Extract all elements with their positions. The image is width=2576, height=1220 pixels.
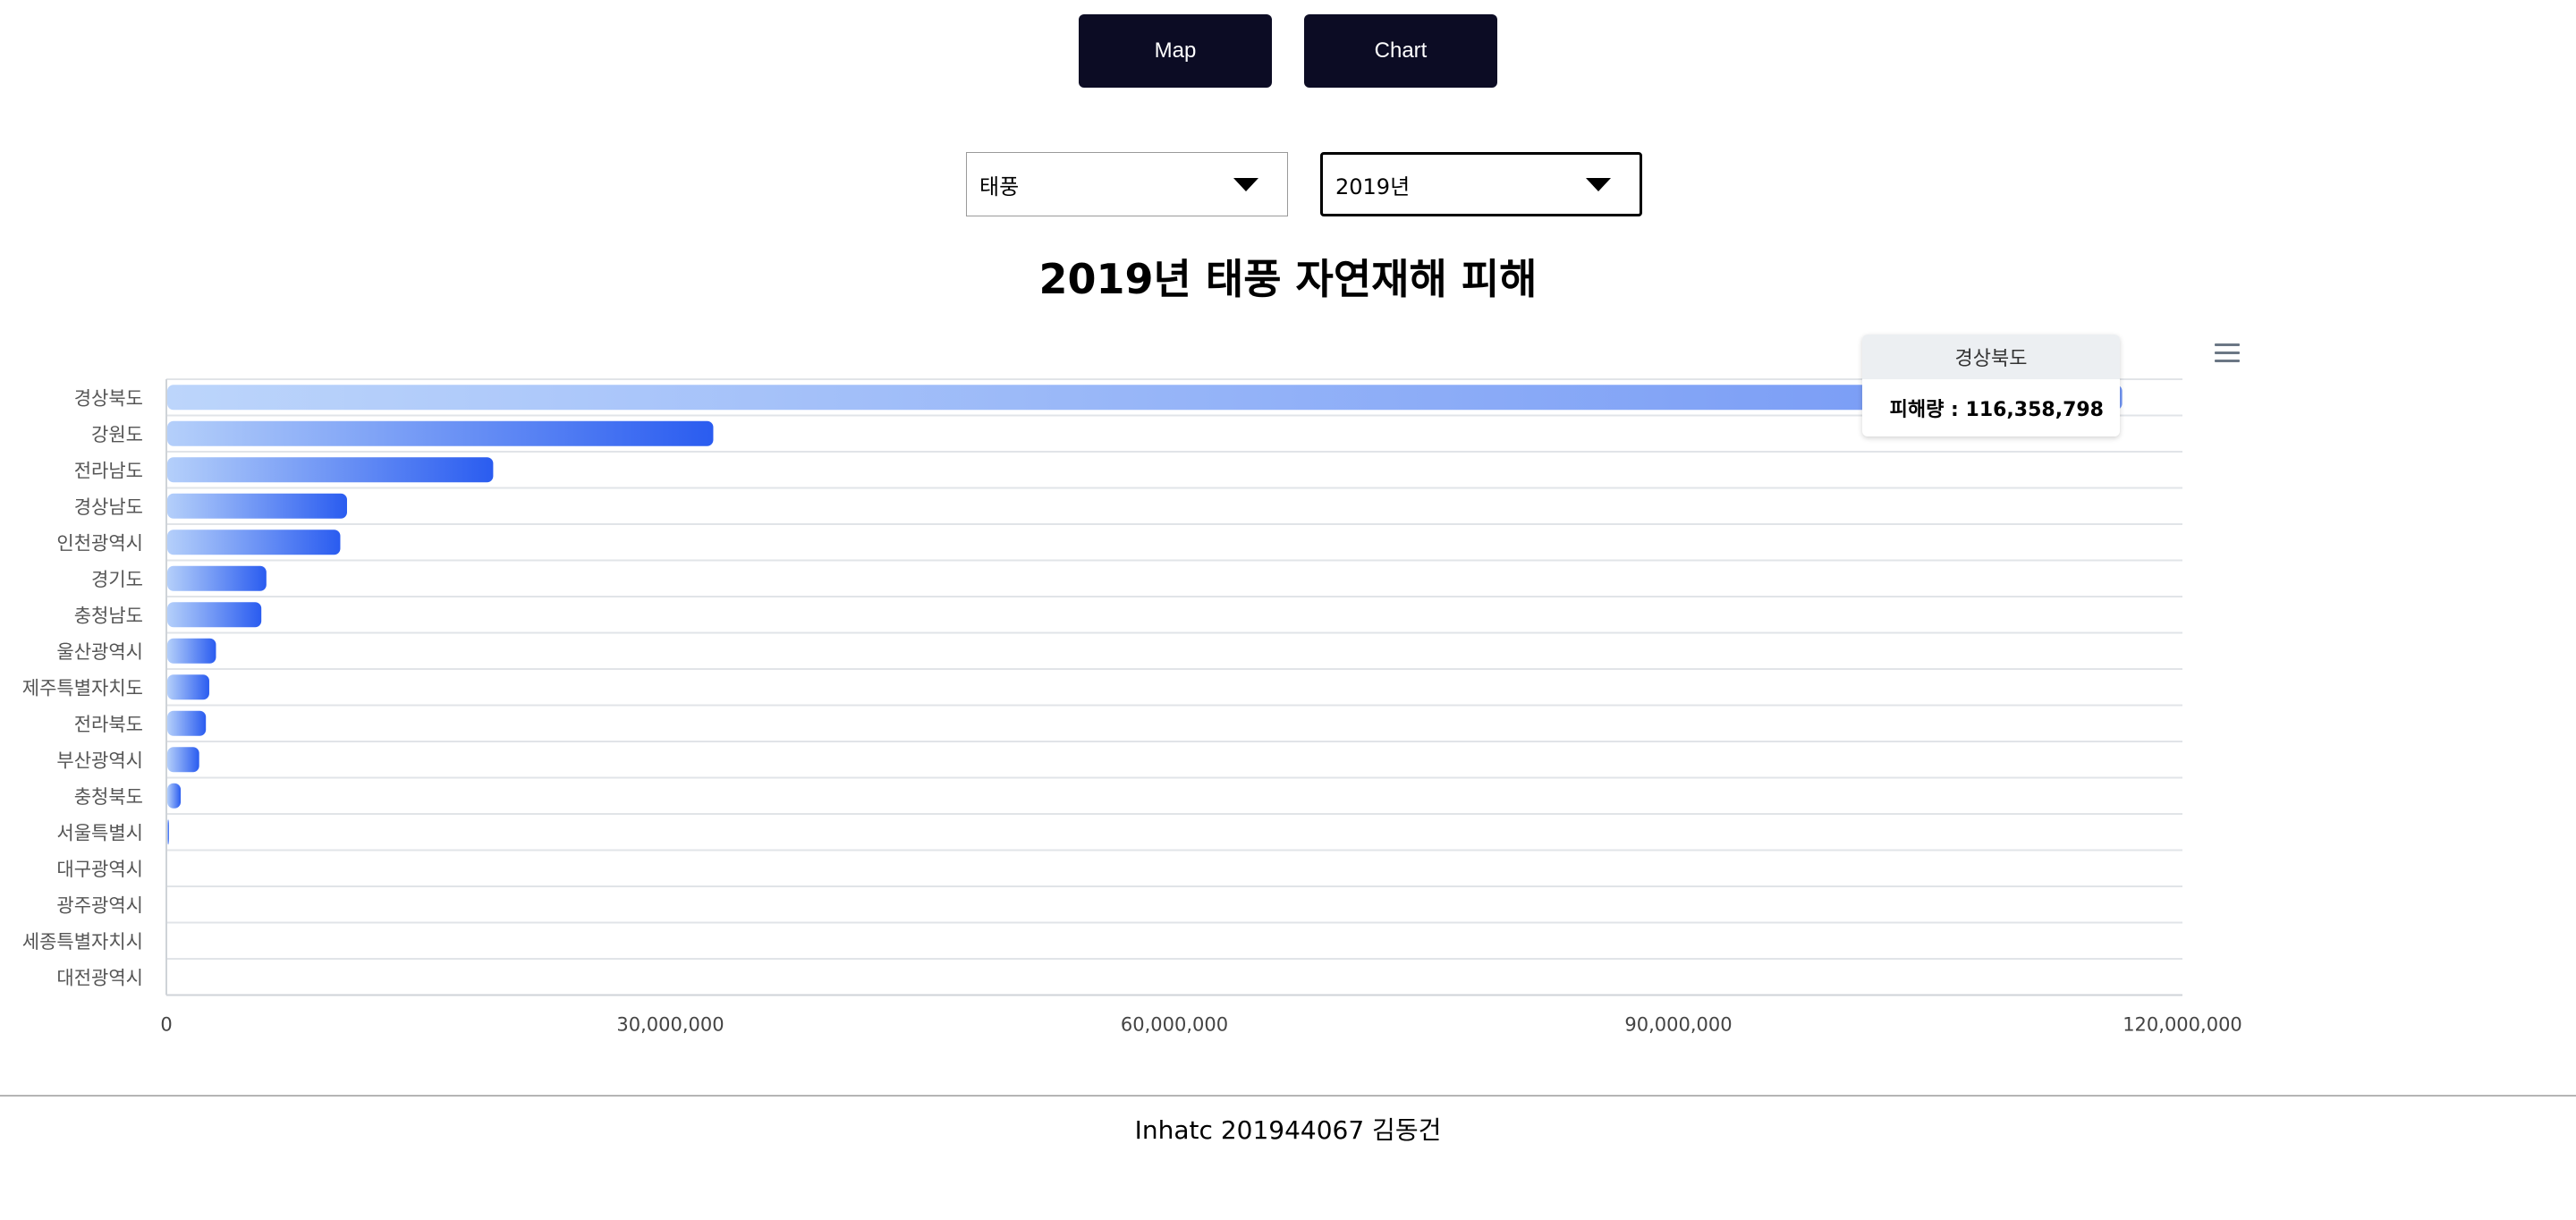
category-label: 광주광역시 [56,894,143,916]
tooltip-value: 피해량 : 116,358,798 [1889,399,2104,421]
bar [167,420,714,446]
category-label: 울산광역시 [56,641,143,663]
category-label: 세종특별자치시 [22,931,143,953]
category-label: 제주특별자치도 [22,677,143,699]
x-tick-label: 120,000,000 [2123,1014,2242,1036]
category-label: 부산광역시 [56,750,143,771]
bar [167,747,199,773]
bar [167,819,169,845]
dropdown-arrow-icon [1233,178,1258,191]
chart-title: 2019년 태풍 자연재해 피해 [1038,255,1538,303]
category-label: 전라북도 [74,714,143,735]
disaster-type-value: 태풍 [979,174,1020,199]
x-tick-label: 60,000,000 [1121,1014,1228,1036]
x-tick-label: 0 [160,1014,172,1036]
category-label: 충청북도 [74,786,143,808]
bar-chart: 경상북도강원도전라남도경상남도인천광역시경기도충청남도울산광역시제주특별자치도전… [22,378,2242,1036]
category-label: 서울특별시 [56,822,143,843]
category-label: 강원도 [91,424,143,445]
category-label: 경상남도 [74,496,143,518]
year-select[interactable]: 2019년 [1320,152,1642,216]
bar [167,565,267,591]
category-label: 인천광역시 [56,532,143,554]
bar [167,385,2123,411]
category-label: 경상북도 [74,387,143,409]
bar [167,493,347,519]
tooltip-region: 경상북도 [1862,335,2120,379]
category-label: 전라남도 [74,460,143,481]
category-label: 대구광역시 [56,859,143,880]
chart-tooltip: 경상북도 피해량 : 116,358,798 [1862,335,2120,436]
category-label: 대전광역시 [56,967,143,988]
bar [167,530,341,555]
chart-menu-icon[interactable] [2215,343,2240,365]
footer-divider [0,1095,2576,1097]
bar [167,710,207,736]
map-button[interactable]: Map [1079,14,1272,88]
x-tick-label: 90,000,000 [1624,1014,1732,1036]
chart-button[interactable]: Chart [1304,14,1497,88]
bar [167,457,494,483]
footer-text: Inhatc 201944067 김동건 [1134,1115,1442,1145]
bar [167,638,216,664]
x-tick-label: 30,000,000 [616,1014,724,1036]
category-label: 경기도 [91,569,143,590]
category-label: 충청남도 [74,605,143,626]
bar [167,674,209,700]
dropdown-arrow-icon [1586,178,1611,191]
disaster-type-select[interactable]: 태풍 [966,152,1288,216]
bar [167,783,182,809]
year-value: 2019년 [1335,174,1411,199]
bar [167,602,262,628]
